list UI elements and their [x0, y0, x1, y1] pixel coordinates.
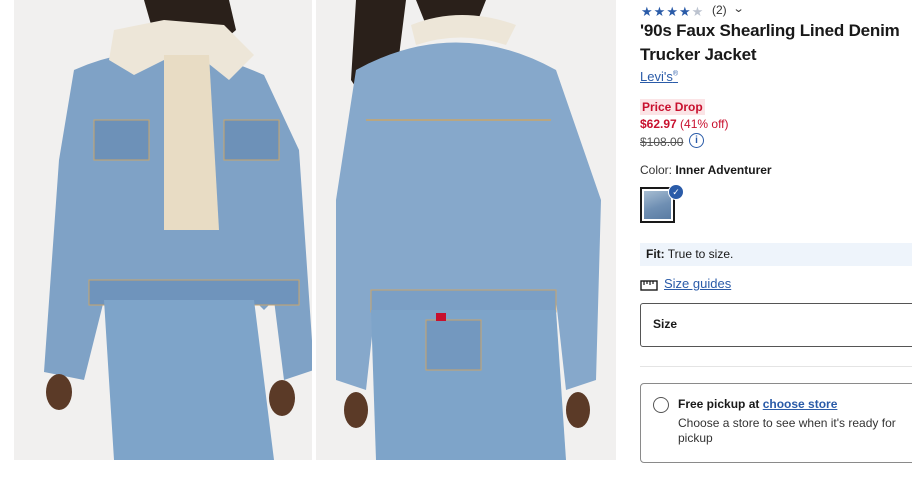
chevron-down-icon[interactable]: ⌄	[733, 2, 745, 15]
fit-info: Fit: True to size.	[640, 243, 912, 266]
star-icon: ★	[678, 3, 691, 19]
rating-stars[interactable]: ★ ★ ★ ★ ★	[641, 4, 703, 18]
original-price: $108.00	[640, 135, 684, 149]
product-title: '90s Faux Shearling Lined Denim Trucker …	[640, 21, 900, 64]
discount-percent: (41% off)	[680, 117, 729, 131]
star-icon: ★	[666, 3, 678, 19]
brand-link[interactable]: Levi's®	[640, 69, 678, 84]
checkmark-icon: ✓	[668, 184, 684, 200]
size-select[interactable]	[640, 303, 912, 347]
divider	[640, 366, 912, 367]
pickup-title: Free pickup at choose store	[678, 397, 838, 411]
product-image-back[interactable]	[316, 0, 616, 460]
product-image-front[interactable]	[14, 0, 312, 460]
info-icon[interactable]: i	[689, 133, 704, 148]
radio-icon[interactable]	[653, 397, 669, 413]
sale-price: $62.97 (41% off)	[640, 117, 729, 131]
pickup-subtitle: Choose a store to see when it's ready fo…	[678, 416, 896, 445]
rating-count[interactable]: (2)	[712, 3, 727, 17]
size-guides-link[interactable]: Size guides	[664, 276, 731, 291]
star-icon: ★	[641, 3, 653, 19]
color-value: Inner Adventurer	[675, 163, 772, 177]
size-guide-icon	[640, 280, 658, 291]
size-label: Size	[653, 317, 678, 331]
color-label: Color: Inner Adventurer	[640, 163, 772, 177]
star-icon: ★	[691, 3, 704, 19]
star-icon: ★	[653, 3, 666, 19]
price-drop-badge: Price Drop	[640, 99, 705, 115]
choose-store-link[interactable]: choose store	[763, 397, 838, 411]
